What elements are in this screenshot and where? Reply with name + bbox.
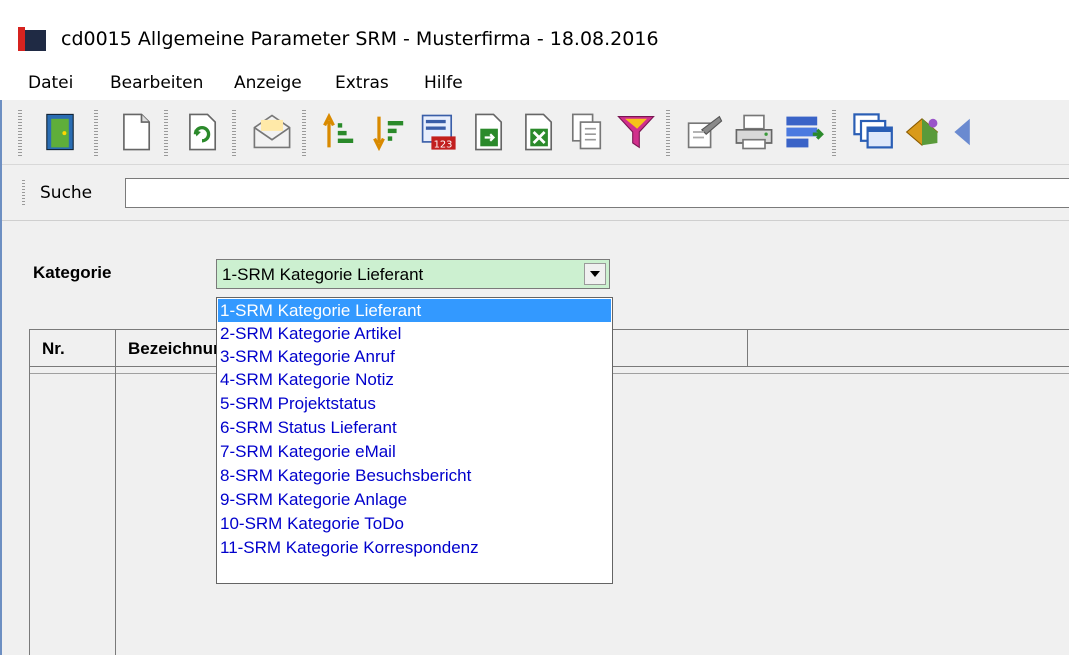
dropdown-option[interactable]: 3-SRM Kategorie Anruf <box>218 345 611 368</box>
category-select[interactable]: 1-SRM Kategorie Lieferant <box>216 259 610 289</box>
dropdown-option[interactable]: 5-SRM Projektstatus <box>218 392 611 415</box>
column-header-extra[interactable] <box>748 329 1069 367</box>
column-header-nr[interactable]: Nr. <box>30 329 116 367</box>
menu-datei[interactable]: Datei <box>28 73 73 93</box>
toolbar-overflow-icon[interactable] <box>948 108 996 156</box>
dropdown-option[interactable]: 11-SRM Kategorie Korrespondenz <box>218 536 611 559</box>
search-input[interactable] <box>125 178 1069 208</box>
new-document-icon[interactable] <box>112 108 160 156</box>
category-label: Kategorie <box>33 263 112 282</box>
window-title: cd0015 Allgemeine Parameter SRM - Muster… <box>61 28 659 50</box>
menu-hilfe[interactable]: Hilfe <box>424 73 463 93</box>
filter-icon[interactable] <box>612 108 660 156</box>
title-bar: cd0015 Allgemeine Parameter SRM - Muster… <box>0 0 1069 64</box>
toolbar-separator <box>832 110 836 156</box>
menu-bearbeiten[interactable]: Bearbeiten <box>110 73 203 93</box>
toolbar-grip <box>18 110 22 156</box>
toolbar-separator <box>94 110 98 156</box>
menu-bar: Datei Bearbeiten Anzeige Extras Hilfe <box>0 64 1069 100</box>
toolbar-separator <box>232 110 236 156</box>
category-dropdown-list: 1-SRM Kategorie Lieferant 2-SRM Kategori… <box>216 297 613 584</box>
toolbar: 123 <box>2 100 1069 165</box>
dropdown-option[interactable]: 7-SRM Kategorie eMail <box>218 440 611 463</box>
exit-door-icon[interactable] <box>36 108 84 156</box>
grid-column-divider <box>115 367 116 655</box>
dropdown-option[interactable]: 10-SRM Kategorie ToDo <box>218 512 611 535</box>
toolbar-separator <box>666 110 670 156</box>
dropdown-option[interactable]: 6-SRM Status Lieferant <box>218 416 611 439</box>
excel-icon[interactable] <box>514 108 562 156</box>
mail-icon[interactable] <box>248 108 296 156</box>
sort-ascending-icon[interactable] <box>316 108 364 156</box>
menu-anzeige[interactable]: Anzeige <box>234 73 302 93</box>
sort-descending-icon[interactable] <box>366 108 414 156</box>
app-logo-icon <box>18 27 46 51</box>
svg-text:123: 123 <box>434 139 453 150</box>
toolbar-separator <box>164 110 168 156</box>
menu-extras[interactable]: Extras <box>335 73 389 93</box>
dropdown-option[interactable]: 1-SRM Kategorie Lieferant <box>218 299 611 322</box>
column-header-label: Nr. <box>42 339 65 358</box>
toolbar-separator <box>302 110 306 156</box>
calculator-icon[interactable]: 123 <box>414 108 462 156</box>
dropdown-option[interactable]: 9-SRM Kategorie Anlage <box>218 488 611 511</box>
windows-icon[interactable] <box>848 108 896 156</box>
copy-icon[interactable] <box>562 108 610 156</box>
category-select-value: 1-SRM Kategorie Lieferant <box>222 265 424 284</box>
chevron-down-icon[interactable] <box>584 263 606 285</box>
dropdown-option[interactable]: 2-SRM Kategorie Artikel <box>218 322 611 345</box>
export-icon[interactable] <box>464 108 512 156</box>
search-grip <box>22 180 25 206</box>
search-bar: Suche <box>2 166 1069 221</box>
dropdown-option[interactable]: 4-SRM Kategorie Notiz <box>218 368 611 391</box>
print-icon[interactable] <box>730 108 778 156</box>
refresh-icon[interactable] <box>178 108 226 156</box>
tools-icon[interactable] <box>898 108 946 156</box>
search-label: Suche <box>40 183 93 203</box>
settings-icon[interactable] <box>680 108 728 156</box>
transfer-icon[interactable] <box>780 108 828 156</box>
dropdown-option[interactable]: 8-SRM Kategorie Besuchsbericht <box>218 464 611 487</box>
